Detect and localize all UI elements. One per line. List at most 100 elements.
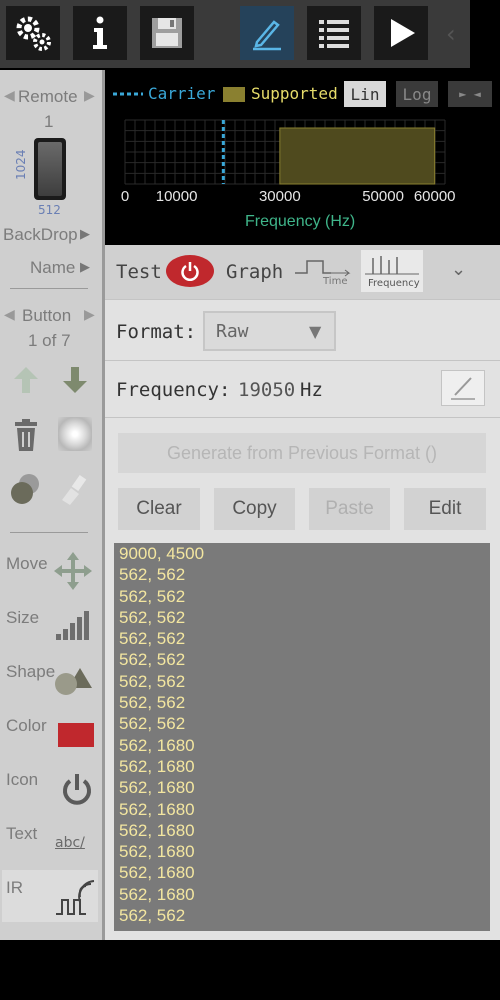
move-down-arrow-icon[interactable] — [61, 365, 89, 395]
frequency-bars-icon — [365, 256, 419, 275]
info-button[interactable] — [73, 6, 127, 60]
ir-code-line: 562, 1680 — [119, 756, 195, 776]
size-label: Size — [6, 608, 40, 627]
ir-code-line: 562, 562 — [119, 607, 186, 627]
time-tab-label: Time — [323, 276, 348, 287]
button-count: 1 of 7 — [28, 331, 71, 350]
zoom-arrows-button[interactable]: ► ◄ — [448, 81, 492, 107]
x-tick-label: 50000 — [362, 188, 404, 205]
clear-button[interactable]: Clear — [118, 488, 200, 530]
shape-icon[interactable] — [52, 664, 94, 700]
carrier-legend-label: Carrier — [148, 84, 216, 103]
power-icon[interactable] — [60, 772, 94, 808]
frequency-view-tab[interactable]: Frequency — [361, 250, 423, 292]
paste-button[interactable]: Paste — [309, 488, 390, 530]
move-up-arrow-icon[interactable] — [12, 365, 40, 395]
remote-height-value: 1024 — [14, 149, 28, 180]
frequency-value: 19050 — [238, 379, 296, 401]
ir-code-line: 9000, 4500 — [119, 544, 205, 563]
left-divider — [10, 532, 88, 533]
edit-pencil-icon — [253, 20, 281, 51]
ir-code-line: 562, 1680 — [119, 778, 195, 798]
supported-range-band — [279, 127, 436, 185]
button-next-arrow-icon[interactable]: ▶ — [84, 307, 95, 323]
move-label: Move — [6, 554, 48, 573]
format-select[interactable]: Raw ▼ — [203, 311, 336, 351]
ir-code-line: 562, 562 — [119, 714, 186, 734]
ir-editor-panel: Test Graph Time Frequency ⌄ Format: Raw … — [105, 245, 500, 940]
remote-width-value: 512 — [38, 203, 61, 217]
text-label: Text — [6, 824, 38, 843]
chevron-down-icon[interactable]: ⌄ — [451, 259, 466, 280]
remote-number: 1 — [44, 112, 54, 131]
ir-code-line: 562, 1680 — [119, 820, 195, 840]
test-label: Test — [116, 261, 162, 283]
icon-label: Icon — [6, 770, 39, 789]
edit-mode-button[interactable] — [240, 6, 294, 60]
light-effect-icon[interactable] — [58, 417, 92, 451]
backdrop-label[interactable]: BackDrop — [3, 225, 78, 245]
ir-code-line: 562, 562 — [119, 586, 186, 606]
color-label: Color — [6, 716, 47, 735]
format-select-value: Raw — [216, 321, 249, 342]
text-sample[interactable]: abc/ — [55, 835, 85, 851]
clean-brush-icon[interactable] — [58, 474, 90, 506]
list-button[interactable] — [307, 6, 361, 60]
button-label: Button — [22, 306, 72, 325]
x-tick-label: 10000 — [155, 188, 198, 205]
info-icon — [93, 16, 107, 49]
name-label[interactable]: Name — [30, 258, 75, 278]
color-swatch[interactable] — [58, 723, 94, 747]
size-bars-icon[interactable] — [54, 608, 94, 642]
backdrop-arrow-icon[interactable]: ▶ — [80, 227, 90, 242]
ir-code-line: 562, 562 — [119, 629, 186, 649]
ir-code-line: 562, 1680 — [119, 884, 195, 904]
ir-label: IR — [6, 878, 23, 897]
settings-button[interactable] — [6, 6, 60, 60]
x-tick-label: 0 — [120, 188, 130, 205]
remote-label: Remote — [18, 87, 78, 106]
list-icon — [319, 20, 349, 48]
log-scale-button[interactable]: Log — [396, 81, 438, 107]
shadow-circles-icon[interactable] — [10, 472, 42, 506]
ir-code-line: 562, 1680 — [119, 735, 195, 755]
remote-prev-arrow-icon[interactable]: ◀ — [4, 88, 15, 104]
edit-frequency-button[interactable] — [441, 370, 485, 406]
button-prev-arrow-icon[interactable]: ◀ — [4, 307, 15, 323]
time-view-tab[interactable]: Time — [293, 251, 353, 291]
ir-code-textarea[interactable]: 9000, 4500 562, 562 562, 562 562, 562 562, 5… — [114, 543, 490, 931]
x-tick-labels: 0 10000 30000 50000 60000 — [105, 188, 500, 210]
supported-legend-label: Supported — [251, 84, 338, 103]
ir-code-line: 562, 562 — [119, 565, 186, 585]
supported-legend-swatch — [223, 87, 245, 102]
remote-thumbnail[interactable] — [34, 138, 66, 200]
edit-button[interactable]: Edit — [404, 488, 486, 530]
carrier-legend-icon — [113, 92, 143, 96]
toolbar-scroll-chevron-icon[interactable]: ‹ — [446, 20, 456, 48]
lin-scale-button[interactable]: Lin — [344, 81, 386, 107]
frequency-chart — [124, 119, 446, 185]
test-power-button[interactable] — [166, 255, 214, 287]
left-divider — [10, 288, 88, 289]
ir-selector[interactable]: IR — [2, 870, 98, 922]
play-button[interactable] — [374, 6, 428, 60]
remote-next-arrow-icon[interactable]: ▶ — [84, 88, 95, 104]
frequency-label: Frequency: — [116, 379, 231, 401]
format-label: Format: — [116, 321, 197, 343]
x-tick-label: 30000 — [258, 188, 301, 205]
save-button[interactable] — [140, 6, 194, 60]
ir-code-line: 562, 1680 — [119, 863, 195, 883]
frequency-unit: Hz — [300, 379, 323, 401]
graph-label: Graph — [226, 261, 284, 283]
name-arrow-icon[interactable]: ▶ — [80, 260, 90, 275]
ir-code-line: 562, 562 — [119, 671, 186, 691]
generate-from-previous-button[interactable]: Generate from Previous Format () — [118, 433, 486, 473]
copy-button[interactable]: Copy — [214, 488, 295, 530]
move-cross-icon[interactable] — [52, 550, 94, 592]
left-panel: ◀ Remote ▶ 1 1024 512 BackDrop ▶ Name ▶ … — [0, 70, 102, 940]
ir-code-line: 562, 562 — [119, 906, 186, 926]
trash-icon[interactable] — [12, 418, 40, 452]
play-icon — [391, 19, 415, 47]
power-icon — [181, 262, 199, 281]
frequency-tab-label: Frequency — [368, 278, 420, 289]
